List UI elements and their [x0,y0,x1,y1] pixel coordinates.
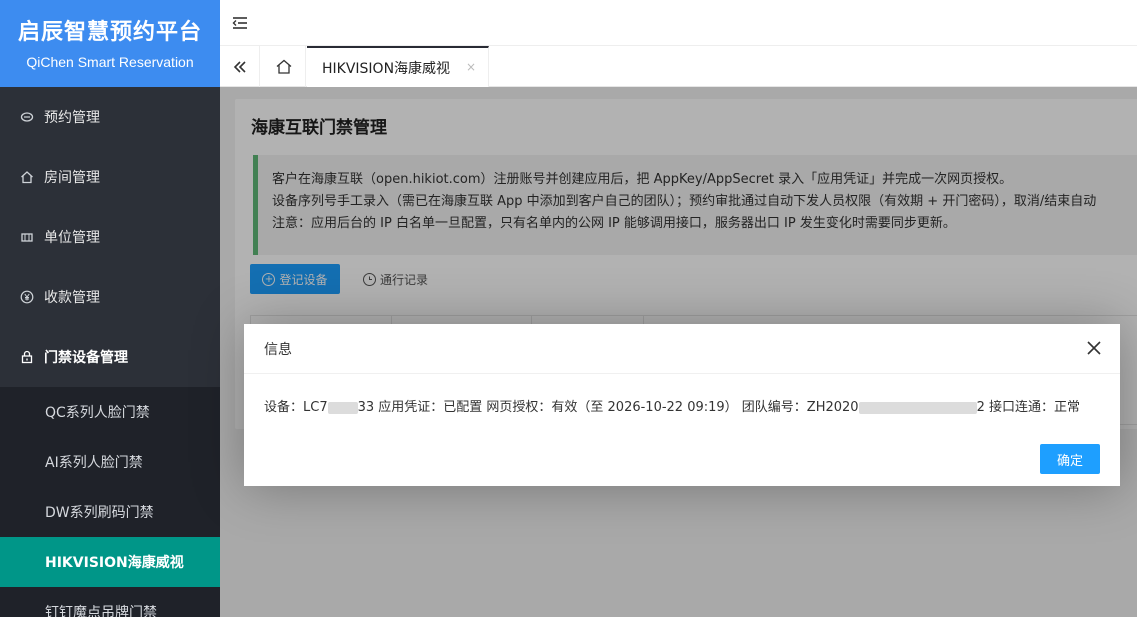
top-header [220,0,1137,46]
sidebar-subitem-qc[interactable]: QC系列人脸门禁 [0,387,220,437]
tab-hikvision[interactable]: HIKVISION海康威视 × [307,46,489,87]
confirm-button[interactable]: 确定 [1040,444,1100,474]
redacted-mask [327,401,358,414]
dialog-title: 信息 [264,341,292,358]
dialog-status-suffix: 2 接口连通：正常 [976,400,1080,415]
sidebar-subitem-dingtalk[interactable]: 钉钉魔点吊牌门禁 [0,587,220,617]
device-serial-prefix: 设备：LC7 [264,400,328,415]
dialog-body: 设备：LC7 33 应用凭证：已配置 网页授权：有效（至 2026-10-22 0… [244,374,1120,415]
menu-fold-icon[interactable] [230,13,250,33]
tab-home-icon[interactable] [262,46,306,87]
sidebar-item-label: 房间管理 [44,170,100,186]
sidebar-item-label: 收款管理 [44,290,100,306]
tabs-bar: HIKVISION海康威视 × [220,46,1137,87]
dialog-status-text: 33 应用凭证：已配置 网页授权：有效（至 2026-10-22 09:19） … [357,400,859,415]
close-icon[interactable] [1084,338,1104,358]
sidebar-item-payments[interactable]: 收款管理 [0,267,220,327]
yen-icon [20,290,34,304]
sidebar-subitem-dw[interactable]: DW系列刷码门禁 [0,487,220,537]
redacted-mask [858,401,977,414]
chat-bubble-icon [20,110,34,124]
brand: 启辰智慧预约平台 QiChen Smart Reservation [0,0,220,87]
building-icon [20,230,34,244]
lock-icon [20,350,34,364]
sidebar-item-label: 预约管理 [44,110,100,126]
tab-close-icon[interactable]: × [466,60,476,74]
sidebar-item-reservation[interactable]: 预约管理 [0,87,220,147]
brand-subtitle: QiChen Smart Reservation [26,54,194,70]
sidebar-item-units[interactable]: 单位管理 [0,207,220,267]
sidebar: 启辰智慧预约平台 QiChen Smart Reservation 预约管理 房… [0,0,220,617]
submenu-access-devices: QC系列人脸门禁 AI系列人脸门禁 DW系列刷码门禁 HIKVISION海康威视… [0,387,220,617]
sidebar-item-access-devices[interactable]: 门禁设备管理 [0,327,220,387]
sidebar-subitem-ai[interactable]: AI系列人脸门禁 [0,437,220,487]
sidebar-item-label: 门禁设备管理 [44,350,128,366]
home-icon [20,170,34,184]
tabs-scroll-left-icon[interactable] [220,46,260,87]
sidebar-subitem-hikvision[interactable]: HIKVISION海康威视 [0,537,220,587]
sidebar-item-rooms[interactable]: 房间管理 [0,147,220,207]
brand-title: 启辰智慧预约平台 [17,20,202,45]
info-dialog: 信息 设备：LC7 33 应用凭证：已配置 网页授权：有效（至 2026-10-2… [244,324,1120,486]
sidebar-item-label: 单位管理 [44,230,100,246]
tab-label: HIKVISION海康威视 [322,60,451,77]
dialog-header: 信息 [244,324,1120,374]
